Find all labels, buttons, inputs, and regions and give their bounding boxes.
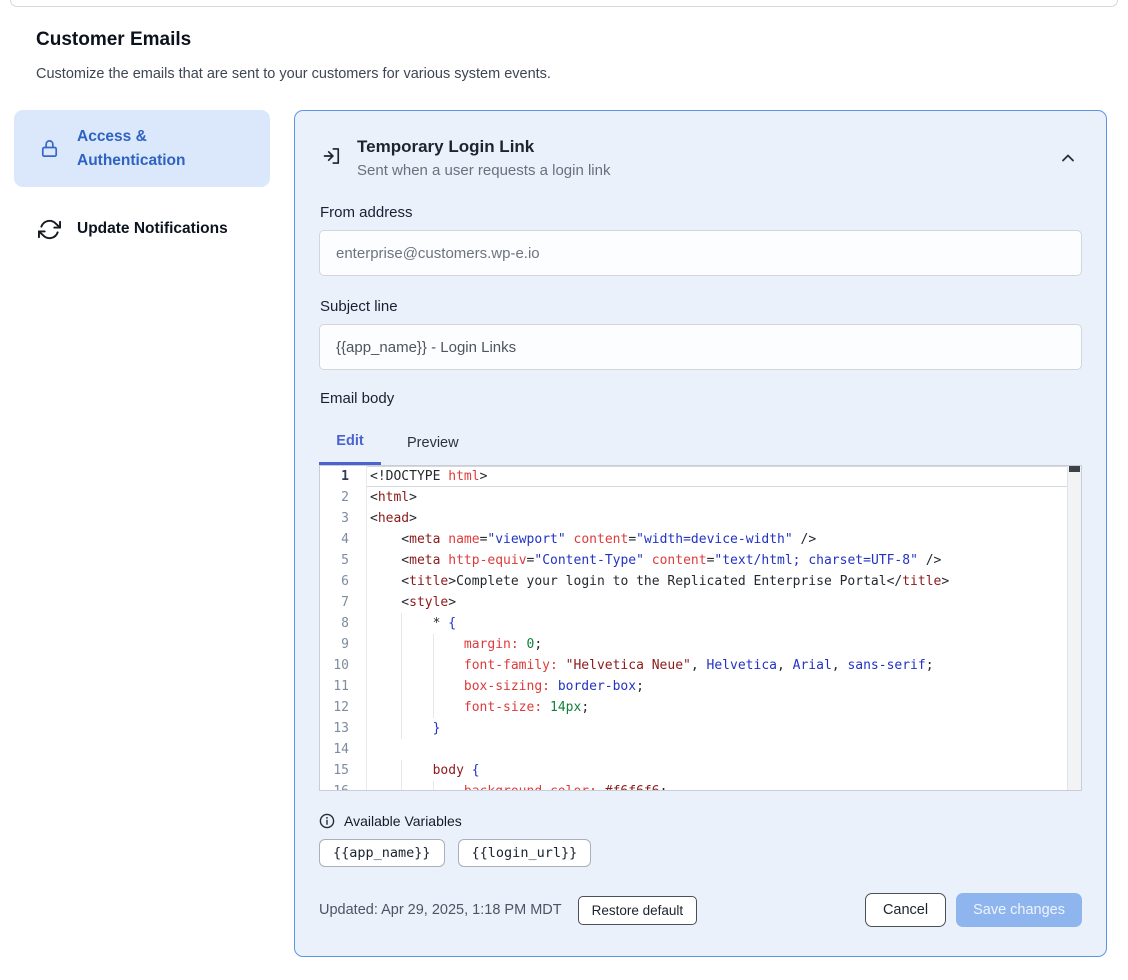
line-number: 15 xyxy=(320,760,366,781)
line-number: 16 xyxy=(320,781,366,791)
panel-header: Temporary Login Link Sent when a user re… xyxy=(319,137,1082,179)
top-card-edge xyxy=(10,0,1118,7)
available-variables-label: Available Variables xyxy=(344,813,462,829)
save-changes-button[interactable]: Save changes xyxy=(956,893,1082,927)
variable-chips: {{app_name}} {{login_url}} xyxy=(319,839,1082,867)
code-line: <head> xyxy=(370,508,1068,529)
code-line: margin: 0; xyxy=(370,634,1068,655)
line-number: 8 xyxy=(320,613,366,634)
from-address-input[interactable] xyxy=(319,230,1082,276)
login-icon xyxy=(322,146,342,179)
restore-default-button[interactable]: Restore default xyxy=(578,896,698,925)
line-number: 2 xyxy=(320,487,366,508)
email-body-label: Email body xyxy=(320,390,1082,407)
line-number: 10 xyxy=(320,655,366,676)
lock-icon xyxy=(38,137,61,160)
code-line: <style> xyxy=(370,592,1068,613)
panel-header-text: Temporary Login Link Sent when a user re… xyxy=(357,137,610,179)
code-line: <title>Complete your login to the Replic… xyxy=(370,571,1068,592)
code-line: body { xyxy=(370,760,1068,781)
line-number: 3 xyxy=(320,508,366,529)
line-number: 14 xyxy=(320,739,366,760)
editor-scrollbar[interactable] xyxy=(1067,466,1081,790)
page-title: Customer Emails xyxy=(36,29,191,51)
chevron-up-icon[interactable] xyxy=(1060,150,1076,166)
line-number: 7 xyxy=(320,592,366,613)
code-line: <html> xyxy=(370,487,1068,508)
available-variables-row: Available Variables xyxy=(319,813,1082,829)
variable-chip-app-name[interactable]: {{app_name}} xyxy=(319,839,445,867)
line-number: 11 xyxy=(320,676,366,697)
line-number: 6 xyxy=(320,571,366,592)
code-line xyxy=(370,739,1068,760)
code-editor[interactable]: 12345678910111213141516 <!DOCTYPE html><… xyxy=(319,465,1082,791)
panel-footer: Updated: Apr 29, 2025, 1:18 PM MDT Resto… xyxy=(319,893,1082,927)
variable-chip-login-url[interactable]: {{login_url}} xyxy=(458,839,592,867)
code-line: font-size: 14px; xyxy=(370,697,1068,718)
editor-scrollbar-thumb[interactable] xyxy=(1069,466,1080,472)
email-template-panel: Temporary Login Link Sent when a user re… xyxy=(294,110,1107,957)
email-body-tabs: Edit Preview xyxy=(319,420,1082,465)
code-line: <meta name="viewport" content="width=dev… xyxy=(370,529,1068,550)
subject-line-input[interactable] xyxy=(319,324,1082,370)
sidebar-item-label: Update Notifications xyxy=(77,217,228,241)
customer-emails-page: Customer Emails Customize the emails tha… xyxy=(0,0,1128,980)
line-number: 13 xyxy=(320,718,366,739)
sidebar: Access & Authentication Update Notificat… xyxy=(14,110,270,253)
sidebar-item-update-notifications[interactable]: Update Notifications xyxy=(14,205,270,253)
subject-line-label: Subject line xyxy=(320,298,1082,315)
panel-subtitle: Sent when a user requests a login link xyxy=(357,162,610,179)
tab-edit[interactable]: Edit xyxy=(319,420,381,465)
line-number: 9 xyxy=(320,634,366,655)
code-line: <meta http-equiv="Content-Type" content=… xyxy=(370,550,1068,571)
cancel-button[interactable]: Cancel xyxy=(865,893,946,927)
code-line: background-color: #f6f6f6; xyxy=(370,781,1068,790)
line-number: 4 xyxy=(320,529,366,550)
code-area: <!DOCTYPE html><html><head><meta name="v… xyxy=(367,466,1068,790)
code-line: box-sizing: border-box; xyxy=(370,676,1068,697)
tab-preview[interactable]: Preview xyxy=(403,420,463,465)
line-number: 1 xyxy=(320,466,366,487)
from-address-label: From address xyxy=(320,204,1082,221)
code-line: font-family: "Helvetica Neue", Helvetica… xyxy=(370,655,1068,676)
sidebar-item-label: Access & Authentication xyxy=(77,125,256,173)
sidebar-item-access-authentication[interactable]: Access & Authentication xyxy=(14,110,270,187)
info-icon xyxy=(319,813,335,829)
line-number-gutter: 12345678910111213141516 xyxy=(320,466,367,790)
code-line: <!DOCTYPE html> xyxy=(370,466,1068,487)
code-line: * { xyxy=(370,613,1068,634)
page-subtitle: Customize the emails that are sent to yo… xyxy=(36,66,551,82)
line-number: 12 xyxy=(320,697,366,718)
updated-timestamp: Updated: Apr 29, 2025, 1:18 PM MDT xyxy=(319,902,562,918)
code-line: } xyxy=(370,718,1068,739)
refresh-icon xyxy=(38,218,61,241)
line-number: 5 xyxy=(320,550,366,571)
panel-title: Temporary Login Link xyxy=(357,137,610,157)
